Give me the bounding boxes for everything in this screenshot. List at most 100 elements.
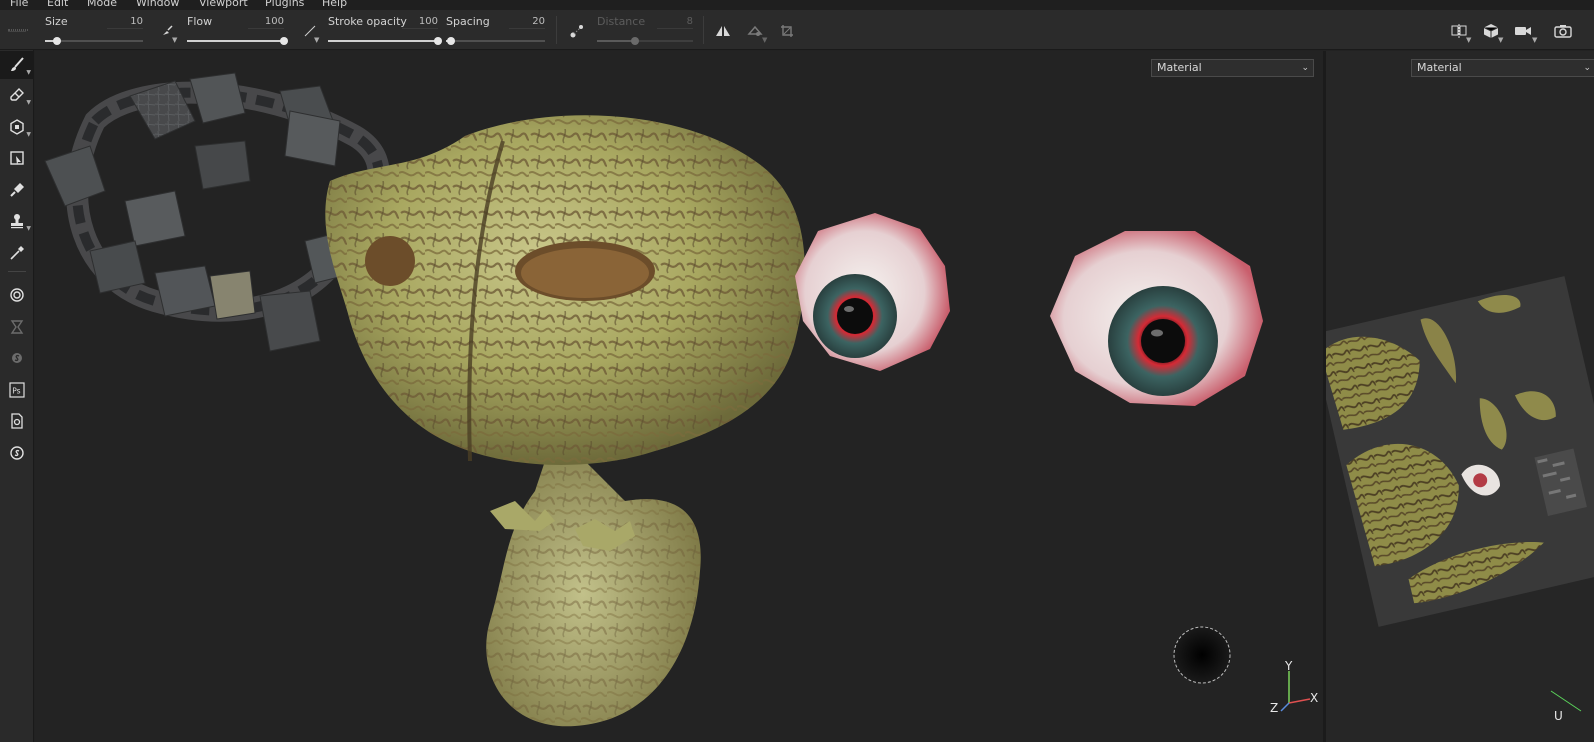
resource-updater-tool[interactable]: [0, 407, 34, 435]
cube-view-caret-icon[interactable]: ▼: [1498, 36, 1503, 44]
tool-shelf-divider: [8, 271, 26, 272]
menu-file[interactable]: File: [10, 0, 28, 9]
iray-render-tool[interactable]: [0, 313, 34, 341]
photoshop-export-tool[interactable]: Ps: [0, 376, 34, 404]
video-camera-icon[interactable]: [1514, 22, 1532, 40]
color-picker-tool[interactable]: [0, 239, 34, 267]
distance-value-underline: [657, 28, 693, 29]
chevron-down-icon: ⌄: [1301, 63, 1309, 73]
menu-plugins[interactable]: Plugins: [265, 0, 304, 9]
svg-text:Ps: Ps: [12, 387, 20, 396]
substance-bake-tool[interactable]: [0, 281, 34, 309]
clone-stamp-caret-icon[interactable]: ▼: [26, 225, 31, 232]
paint-brush-tool[interactable]: ▼: [0, 51, 34, 79]
stroke-line-caret-icon[interactable]: ▼: [314, 36, 319, 44]
brain-head-model: [325, 115, 805, 465]
polygon-fill-tool[interactable]: [0, 144, 34, 172]
projection-tool[interactable]: ▼: [0, 113, 34, 141]
hourglass-icon: [10, 320, 24, 334]
menu-mode[interactable]: Mode: [87, 0, 117, 9]
tool-shelf: ▼ ▼ ▼ ▼ Ps: [0, 31, 34, 742]
axis-gizmo[interactable]: Y X Z: [1265, 659, 1323, 719]
viewport-3d[interactable]: Material ⌄ Y X Z: [35, 51, 1323, 742]
smudge-tool[interactable]: [0, 176, 34, 204]
flow-control[interactable]: Flow 100: [187, 10, 288, 50]
eraser-caret-icon[interactable]: ▼: [26, 99, 31, 106]
viewport-3d-mode-select[interactable]: Material ⌄: [1151, 59, 1314, 77]
projection-caret-icon[interactable]: ▼: [26, 131, 31, 138]
spacing-value-underline: [509, 28, 545, 29]
stroke-opacity-slider[interactable]: [328, 37, 442, 45]
size-control[interactable]: Size 10: [45, 10, 143, 50]
right-eyeball-model: [1050, 231, 1263, 406]
tool-properties-bar: Size 10 ▼ Flow 100 ▼ Stroke opacity 100 …: [0, 10, 1594, 50]
eraser-tool[interactable]: ▼: [0, 81, 34, 109]
viewport-2d[interactable]: Material ⌄ U: [1326, 51, 1594, 742]
smudge-icon: [10, 183, 24, 197]
paint-brush-caret-icon[interactable]: ▼: [26, 69, 31, 76]
toolbar-divider: [703, 16, 704, 44]
paint-brush-icon: [11, 57, 24, 71]
brush-shape-caret-icon[interactable]: ▼: [172, 36, 177, 44]
stroke-opacity-value-underline: [402, 28, 438, 29]
spacing-control[interactable]: Spacing 20: [446, 10, 545, 50]
distance-label: Distance: [597, 15, 646, 28]
menu-window[interactable]: Window: [136, 0, 179, 9]
axis-x-label: X: [1310, 691, 1319, 705]
menu-help[interactable]: Help: [322, 0, 347, 9]
menu-viewport[interactable]: Viewport: [199, 0, 248, 9]
tool-shelf-grip: [8, 31, 26, 32]
projection-cube-icon: [10, 119, 24, 135]
substance-share-icon: [10, 446, 24, 460]
eraser-icon: [10, 88, 24, 101]
clone-stamp-tool[interactable]: ▼: [0, 207, 34, 235]
toolbar-divider: [556, 16, 557, 44]
distance-slider[interactable]: [597, 37, 693, 45]
viewport-3d-scene: [44, 72, 1263, 727]
distance-control[interactable]: Distance 8: [597, 10, 693, 50]
spacing-value[interactable]: 20: [532, 16, 545, 27]
size-slider[interactable]: [45, 37, 143, 45]
viewport-2d-mode-select[interactable]: Material ⌄: [1411, 59, 1594, 77]
size-label: Size: [45, 15, 68, 28]
viewport-2d-uv-scene: [1326, 276, 1594, 712]
clone-stamp-icon: [11, 214, 23, 229]
lazy-mouse-icon[interactable]: [568, 22, 586, 40]
document-search-icon: [11, 413, 23, 429]
distance-value[interactable]: 8: [687, 16, 693, 27]
flow-slider[interactable]: [187, 37, 288, 45]
menu-bar: File Edit Mode Window Viewport Plugins H…: [0, 0, 1594, 10]
camera-split-caret-icon[interactable]: ▼: [1466, 36, 1471, 44]
viewport-2d-mode-value: Material: [1417, 61, 1462, 74]
flow-value[interactable]: 100: [265, 16, 284, 27]
stroke-opacity-control[interactable]: Stroke opacity 100: [328, 10, 442, 50]
axis-y-label: Y: [1285, 659, 1293, 673]
polygon-fill-icon: [10, 151, 24, 165]
eyedropper-icon: [10, 246, 24, 260]
stroke-opacity-value[interactable]: 100: [419, 16, 438, 27]
menu-edit[interactable]: Edit: [47, 0, 68, 9]
brush-cursor: [1173, 626, 1231, 684]
crop-transform-icon[interactable]: [778, 22, 796, 40]
chevron-down-icon: ⌄: [1583, 63, 1591, 73]
spacing-label: Spacing: [446, 15, 490, 28]
left-eyeball-model: [795, 213, 950, 371]
flow-label: Flow: [187, 15, 213, 28]
flow-value-underline: [248, 28, 284, 29]
substance-plugin-tool[interactable]: [0, 344, 34, 372]
substance-share-tool[interactable]: [0, 439, 34, 467]
size-value-underline: [107, 28, 143, 29]
symmetry-icon[interactable]: [714, 22, 732, 40]
creature-body-model: [486, 431, 701, 727]
substance-s-icon: [12, 353, 22, 363]
spacing-slider[interactable]: [446, 37, 545, 45]
uv-u-label: U: [1554, 709, 1563, 723]
photoshop-icon: Ps: [9, 382, 25, 398]
video-camera-caret-icon[interactable]: ▼: [1532, 36, 1537, 44]
viewport-3d-mode-value: Material: [1157, 61, 1202, 74]
screenshot-camera-icon[interactable]: [1554, 22, 1572, 40]
stroke-opacity-label: Stroke opacity: [328, 15, 407, 28]
substance-gear-icon: [10, 288, 24, 302]
size-value[interactable]: 10: [130, 16, 143, 27]
paint-projection-caret-icon[interactable]: ▼: [762, 36, 767, 44]
